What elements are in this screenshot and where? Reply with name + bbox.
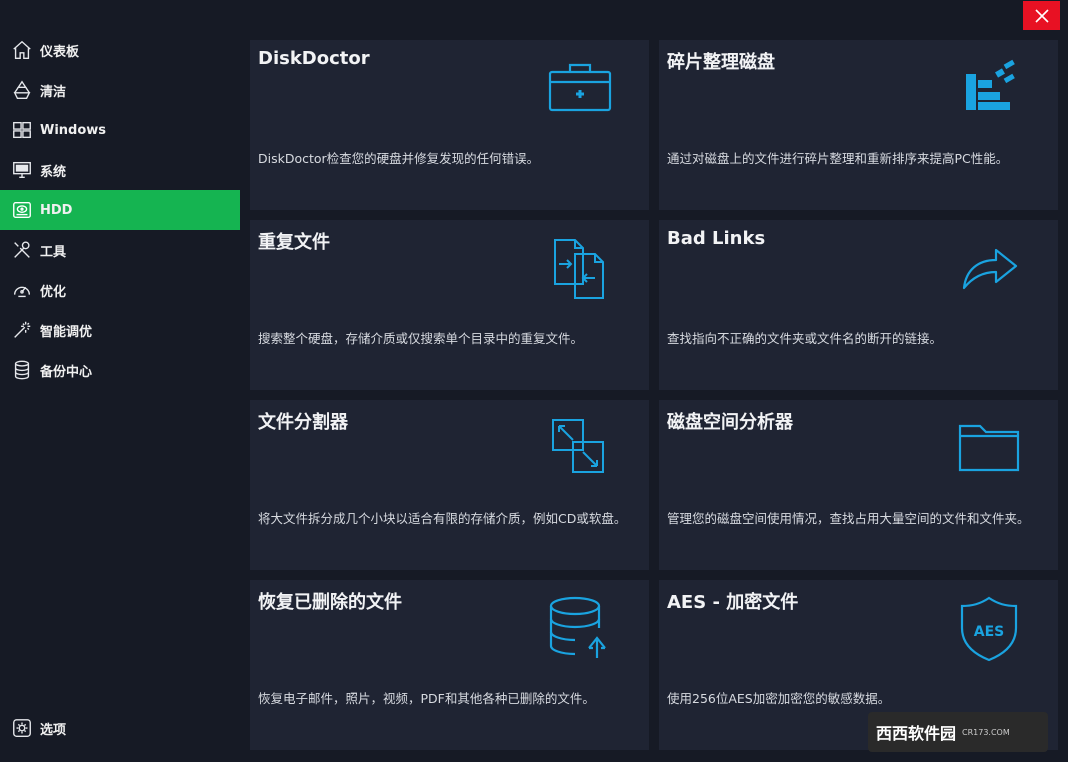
watermark-sub: CR173.COM bbox=[962, 727, 1010, 737]
card-desc: 恢复电子邮件，照片，视频，PDF和其他各种已删除的文件。 bbox=[258, 691, 595, 706]
home-icon bbox=[10, 38, 34, 62]
card-disk-analyzer[interactable]: 磁盘空间分析器 管理您的磁盘空间使用情况，查找占用大量空间的文件和文件夹。 bbox=[659, 400, 1058, 570]
sidebar-item-windows[interactable]: Windows bbox=[0, 110, 240, 150]
card-desc: 通过对磁盘上的文件进行碎片整理和重新排序来提高PC性能。 bbox=[667, 151, 1009, 166]
sidebar-item-optimize[interactable]: 优化 bbox=[0, 270, 240, 310]
watermark-logo: 西西软件园 CR173.COM bbox=[868, 712, 1048, 752]
options-label: 选项 bbox=[40, 722, 67, 738]
magic-wand-icon bbox=[10, 318, 34, 342]
card-defrag[interactable]: 碎片整理磁盘 通过对磁盘上的文件进行碎片整理和重新排序来提高PC性能。 bbox=[659, 40, 1058, 210]
duplicate-files-icon bbox=[545, 234, 615, 304]
sidebar-item-label: Windows bbox=[40, 122, 107, 138]
card-desc: 将大文件拆分成几个小块以适合有限的存储介质，例如CD或软盘。 bbox=[258, 511, 627, 526]
database-icon bbox=[10, 358, 34, 382]
card-file-splitter[interactable]: 文件分割器 将大文件拆分成几个小块以适合有限的存储介质，例如CD或软盘。 bbox=[250, 400, 649, 570]
tools-grid: DiskDoctor DiskDoctor检查您的硬盘并修复发现的任何错误。 碎… bbox=[250, 40, 1058, 750]
sidebar-item-tools[interactable]: 工具 bbox=[0, 230, 240, 270]
sidebar-item-clean[interactable]: 清洁 bbox=[0, 70, 240, 110]
sidebar-item-hdd[interactable]: HDD bbox=[0, 190, 240, 230]
card-desc: 管理您的磁盘空间使用情况，查找占用大量空间的文件和文件夹。 bbox=[667, 511, 1030, 526]
watermark-text: 西西软件园 bbox=[876, 724, 957, 743]
sidebar-item-label: 智能调优 bbox=[40, 324, 93, 340]
share-arrow-icon bbox=[954, 234, 1024, 304]
medkit-icon bbox=[545, 54, 615, 124]
gear-icon bbox=[10, 716, 34, 740]
sidebar-nav: 仪表板 清洁 Windows 系统 HDD 工具 优化 智能调优 备份中心 bbox=[0, 30, 240, 390]
aes-shield-icon: AES bbox=[954, 594, 1024, 664]
sidebar-item-dashboard[interactable]: 仪表板 bbox=[0, 30, 240, 70]
close-icon bbox=[1034, 8, 1049, 23]
close-button[interactable] bbox=[1023, 1, 1060, 30]
recycle-icon bbox=[10, 78, 34, 102]
aes-badge-text: AES bbox=[974, 624, 1004, 640]
card-recover-deleted[interactable]: 恢复已删除的文件 恢复电子邮件，照片，视频，PDF和其他各种已删除的文件。 bbox=[250, 580, 649, 750]
sidebar-item-system[interactable]: 系统 bbox=[0, 150, 240, 190]
monitor-icon bbox=[10, 158, 34, 182]
folder-icon bbox=[954, 414, 1024, 484]
hdd-icon bbox=[10, 198, 34, 222]
tools-icon bbox=[10, 238, 34, 262]
sidebar-item-label: 备份中心 bbox=[40, 364, 93, 380]
sidebar-item-smart-tune[interactable]: 智能调优 bbox=[0, 310, 240, 350]
sidebar-item-label: 优化 bbox=[40, 284, 67, 300]
windows-icon bbox=[10, 118, 34, 142]
sidebar-item-label: 仪表板 bbox=[40, 44, 80, 60]
card-duplicate-files[interactable]: 重复文件 搜索整个硬盘，存储介质或仅搜索单个目录中的重复文件。 bbox=[250, 220, 649, 390]
file-split-icon bbox=[545, 414, 615, 484]
sidebar-item-label: 系统 bbox=[40, 164, 67, 180]
card-desc: 查找指向不正确的文件夹或文件名的断开的链接。 bbox=[667, 331, 943, 346]
sidebar-item-label: 清洁 bbox=[40, 84, 67, 100]
sidebar: 仪表板 清洁 Windows 系统 HDD 工具 优化 智能调优 备份中心 选项 bbox=[0, 0, 240, 762]
sidebar-item-label: 工具 bbox=[40, 244, 67, 260]
card-desc: 使用256位AES加密加密您的敏感数据。 bbox=[667, 691, 891, 706]
gauge-icon bbox=[10, 278, 34, 302]
card-diskdoctor[interactable]: DiskDoctor DiskDoctor检查您的硬盘并修复发现的任何错误。 bbox=[250, 40, 649, 210]
sidebar-item-backup[interactable]: 备份中心 bbox=[0, 350, 240, 390]
defrag-icon bbox=[954, 54, 1024, 124]
card-desc: 搜索整个硬盘，存储介质或仅搜索单个目录中的重复文件。 bbox=[258, 331, 584, 346]
database-restore-icon bbox=[545, 594, 615, 664]
sidebar-item-options[interactable]: 选项 bbox=[0, 708, 240, 748]
card-bad-links[interactable]: Bad Links 查找指向不正确的文件夹或文件名的断开的链接。 bbox=[659, 220, 1058, 390]
card-desc: DiskDoctor检查您的硬盘并修复发现的任何错误。 bbox=[258, 151, 540, 166]
sidebar-item-label: HDD bbox=[40, 202, 73, 218]
